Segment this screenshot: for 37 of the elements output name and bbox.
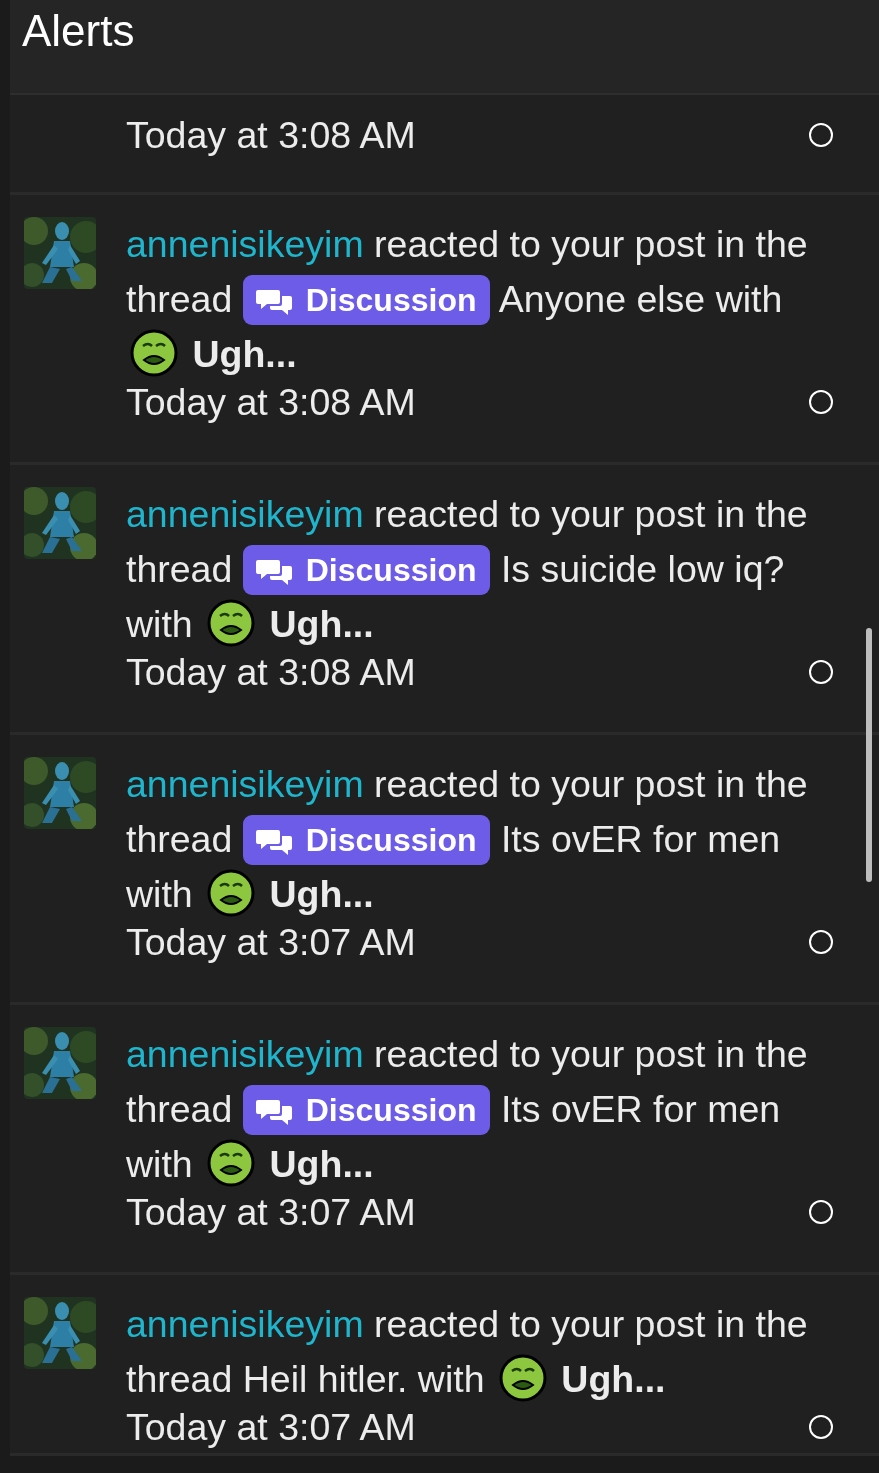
prefix-tag[interactable]: Discussion: [242, 545, 491, 595]
chat-bubbles-icon: [255, 287, 294, 317]
nauseated-face-icon: [207, 599, 256, 647]
username-link[interactable]: annenisikeyim: [126, 223, 364, 265]
alert-text: annenisikeyim reacted to your post in the thread Discussion Its ovER for men with Ugh...: [126, 762, 809, 919]
alert-text: annenisikeyim reacted to your post in the thread Heil hitler. with Ugh...: [126, 1302, 809, 1404]
mark-read-icon[interactable]: [809, 123, 833, 147]
alert-text: annenisikeyim reacted to your post in the thread Discussion Its ovER for men with Ugh...: [126, 1032, 809, 1189]
mark-read-icon[interactable]: [809, 390, 833, 414]
mark-read-icon[interactable]: [809, 1415, 833, 1439]
prefix-tag[interactable]: Discussion: [242, 1085, 491, 1135]
alert-time: Today at 3:08 AM: [126, 382, 416, 422]
username-link[interactable]: annenisikeyim: [126, 1303, 364, 1345]
alert-text: annenisikeyim reacted to your post in the thread Discussion Anyone else with Ugh...: [126, 222, 809, 379]
nauseated-face-icon: [130, 329, 178, 377]
nauseated-face-icon: [498, 1354, 547, 1402]
mark-read-icon[interactable]: [809, 1200, 833, 1224]
scrollbar-thumb[interactable]: [866, 628, 872, 882]
panel-title: Alerts: [21, 5, 135, 56]
alert-time: Today at 3:08 AM: [126, 652, 416, 692]
alert-time: Today at 3:07 AM: [126, 922, 416, 962]
chat-bubbles-icon: [255, 1097, 294, 1127]
chat-bubbles-icon: [255, 557, 294, 587]
chat-bubbles-icon: [255, 827, 294, 857]
prefix-tag[interactable]: Discussion: [242, 815, 491, 865]
alert-time: Today at 3:08 AM: [126, 115, 416, 155]
nauseated-face-icon: [207, 1139, 256, 1187]
mark-read-icon[interactable]: [809, 660, 833, 684]
alert-text: annenisikeyim reacted to your post in the thread Discussion Is suicide low iq? with Ugh...: [126, 492, 809, 649]
mark-read-icon[interactable]: [809, 930, 833, 954]
username-link[interactable]: annenisikeyim: [126, 763, 364, 805]
prefix-tag[interactable]: Discussion: [242, 275, 491, 325]
username-link[interactable]: annenisikeyim: [126, 493, 364, 535]
nauseated-face-icon: [207, 869, 256, 917]
alert-time: Today at 3:07 AM: [126, 1407, 416, 1447]
username-link[interactable]: annenisikeyim: [126, 1033, 364, 1075]
alert-time: Today at 3:07 AM: [126, 1192, 416, 1232]
